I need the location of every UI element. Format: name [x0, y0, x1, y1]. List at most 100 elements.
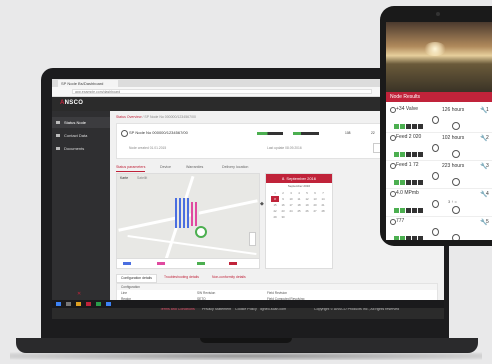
start-icon[interactable] [56, 302, 61, 306]
scene: SP Node Bs/Dashboard app.example.com/das… [0, 0, 492, 364]
map-field-blue [175, 198, 189, 228]
result-label: Feed 2 020 [396, 134, 422, 140]
list-item[interactable]: 4.0 MPmb 3 ↑ = 🔧 4 [386, 188, 492, 217]
bar [400, 180, 405, 185]
os-taskbar [52, 300, 444, 308]
url-input[interactable]: app.example.com/dashboard [72, 89, 372, 94]
bar [418, 124, 423, 129]
phone-title: Node Results [390, 94, 421, 100]
timer-icon [452, 206, 460, 214]
calendar-title: 8. September 2016 [266, 174, 332, 183]
map-road [127, 234, 257, 256]
laptop-lip [200, 338, 292, 343]
sidebar-item-documents[interactable]: Documents [52, 143, 110, 154]
result-sub: 3 ↑ = [448, 199, 457, 204]
calendar-grid: 1 2 3 4 5 6 7 8 9 10 11 12 13 14 15 16 17 18 19 20 21 22 23 24 2… [271, 190, 327, 220]
tab-delivery-location[interactable]: Delivery location [222, 163, 248, 171]
bar [400, 152, 405, 157]
calendar-day[interactable]: 29 [271, 214, 279, 220]
calendar-nav-icon[interactable]: ◆ [260, 201, 264, 207]
tab-troubleshooting[interactable]: Troubleshooting details [160, 274, 203, 281]
sidebar: Status Node Contact Data Documents ✕ [52, 111, 110, 301]
browser-tab[interactable]: SP Node Bs/Dashboard [58, 80, 118, 87]
node-level-bar [257, 132, 283, 135]
brand-logo[interactable]: ANSCO [60, 100, 83, 106]
bar [394, 208, 399, 213]
phone-hero-image [386, 22, 492, 92]
tab-configuration[interactable]: Configuration details [116, 274, 157, 283]
document-icon [56, 147, 60, 150]
bar [412, 236, 417, 240]
tab-status-parameters[interactable]: Status parameters [116, 163, 146, 172]
node-level-bar-2 [293, 132, 319, 135]
node-updated: Last update 08.09.2016 [267, 146, 302, 150]
bar [400, 236, 405, 240]
location-marker-icon[interactable] [195, 226, 207, 238]
bar [418, 180, 423, 185]
map-legend [117, 258, 259, 268]
list-item[interactable]: +34 Valve 126 hours 🔧 1 [386, 104, 492, 133]
map-tab-karte[interactable]: Karte [120, 176, 128, 180]
drop-icon [432, 200, 439, 208]
sidebar-item-contact[interactable]: Contact Data [52, 130, 110, 141]
list-item[interactable]: Feed 2 020 102 hours 🔧 2 [386, 132, 492, 161]
map-zoom-control[interactable] [249, 232, 256, 246]
map-tab-satellit[interactable]: Satellit [137, 176, 147, 180]
calendar-day[interactable]: 28 [319, 208, 327, 214]
folder-icon[interactable] [76, 302, 81, 306]
tab-warranties[interactable]: Warranties [186, 163, 203, 171]
bar [406, 152, 411, 157]
search-icon[interactable] [66, 302, 71, 306]
bar [406, 180, 411, 185]
tab-nonconformity[interactable]: Non-conformity details [208, 274, 250, 281]
breadcrumb-active[interactable]: Status Overview [116, 115, 141, 119]
result-label: 4.0 MPmb [396, 190, 419, 196]
app-icon[interactable] [96, 302, 101, 306]
sun-glow [424, 42, 446, 56]
legend-swatch [229, 262, 237, 265]
calendar-day[interactable]: 24 [287, 208, 295, 214]
calendar-day[interactable]: 25 [295, 208, 303, 214]
contact-icon [56, 134, 60, 137]
bar [406, 124, 411, 129]
bar [412, 208, 417, 213]
bar [418, 152, 423, 157]
calendar-month: September 2016 [287, 184, 311, 188]
node-title: SP Node No 000000/1234567/00 [129, 130, 188, 135]
legend-swatch [157, 262, 165, 265]
bar [400, 124, 405, 129]
timer-icon [452, 150, 460, 158]
location-map[interactable]: Karte Satellit [116, 173, 260, 269]
collapse-icon[interactable]: ✕ [77, 291, 81, 297]
browser-icon[interactable] [106, 302, 111, 306]
result-label: +34 Valve [396, 106, 419, 112]
signal-bars [394, 228, 424, 240]
bar [394, 236, 399, 240]
node-value-1: 108 [345, 131, 351, 135]
bar [412, 180, 417, 185]
wrench-count: 5 [486, 219, 489, 225]
drop-icon [432, 144, 439, 152]
sidebar-item-status[interactable]: Status Node [52, 117, 110, 128]
map-field-pink [191, 202, 199, 226]
wrench-count: 2 [486, 135, 489, 141]
logo-text: NSCO [64, 100, 84, 106]
result-hours: 126 hours [442, 107, 465, 113]
bar [418, 208, 423, 213]
bar [400, 208, 405, 213]
timer-icon [452, 122, 460, 130]
bar [418, 236, 423, 240]
wrench-count: 3 [486, 163, 489, 169]
calendar-day[interactable]: 26 [303, 208, 311, 214]
calendar-day[interactable]: 27 [311, 208, 319, 214]
legend-swatch [197, 262, 205, 265]
calendar-day[interactable]: 30 [279, 214, 287, 220]
drop-icon [432, 116, 439, 124]
app-icon[interactable] [86, 302, 91, 306]
wrench-count: 1 [486, 107, 489, 113]
sidebar-item-label: Documents [64, 146, 85, 151]
result-label: 777 [396, 218, 405, 224]
list-item[interactable]: Feed 1 72 223 hours 🔧 3 [386, 160, 492, 189]
tab-device[interactable]: Device [160, 163, 171, 171]
list-item[interactable]: 777 🔧 5 [386, 216, 492, 240]
